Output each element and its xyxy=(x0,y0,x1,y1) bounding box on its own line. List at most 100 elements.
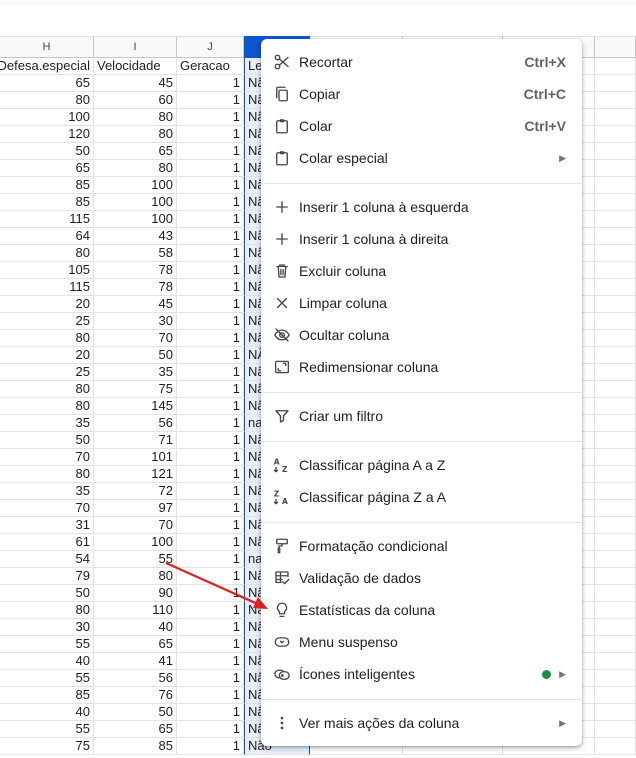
cell-h[interactable]: 20 xyxy=(0,347,94,364)
cell-h[interactable]: 30 xyxy=(0,619,94,636)
cell-i[interactable]: 85 xyxy=(94,738,177,755)
cell-j[interactable]: 1 xyxy=(177,109,244,126)
cell-j[interactable]: 1 xyxy=(177,398,244,415)
cell-empty[interactable] xyxy=(595,143,636,160)
cell-i[interactable]: 72 xyxy=(94,483,177,500)
cell-i[interactable]: 58 xyxy=(94,245,177,262)
cell-h[interactable]: 80 xyxy=(0,330,94,347)
menu-item-redimensionar-coluna[interactable]: Redimensionar coluna xyxy=(261,351,582,383)
cell-empty[interactable] xyxy=(595,619,636,636)
cell-i[interactable]: 45 xyxy=(94,75,177,92)
cell-empty[interactable] xyxy=(595,721,636,738)
column-header-h[interactable]: H xyxy=(0,36,94,58)
cell-i[interactable]: 80 xyxy=(94,568,177,585)
cell-i[interactable]: 78 xyxy=(94,262,177,279)
cell-empty[interactable] xyxy=(595,432,636,449)
cell-h[interactable]: 80 xyxy=(0,92,94,109)
cell-h[interactable]: 75 xyxy=(0,738,94,755)
cell-j[interactable]: 1 xyxy=(177,313,244,330)
cell-i[interactable]: 35 xyxy=(94,364,177,381)
cell-j[interactable]: 1 xyxy=(177,194,244,211)
cell-j[interactable]: 1 xyxy=(177,483,244,500)
cell-j[interactable]: 1 xyxy=(177,75,244,92)
cell-empty[interactable] xyxy=(595,483,636,500)
cell-j[interactable]: 1 xyxy=(177,262,244,279)
cell-j[interactable]: 1 xyxy=(177,517,244,534)
cell-empty[interactable] xyxy=(595,313,636,330)
cell-h[interactable]: 55 xyxy=(0,670,94,687)
menu-item-validacao-de-dados[interactable]: Validação de dados xyxy=(261,562,582,594)
cell-h[interactable]: 80 xyxy=(0,398,94,415)
cell-j[interactable]: 1 xyxy=(177,177,244,194)
cell-h[interactable]: 80 xyxy=(0,245,94,262)
cell-empty[interactable] xyxy=(595,670,636,687)
cell-h[interactable]: 115 xyxy=(0,279,94,296)
cell-h[interactable]: 25 xyxy=(0,364,94,381)
cell-empty[interactable] xyxy=(595,109,636,126)
cell-i-header[interactable]: Velocidade xyxy=(94,58,177,75)
cell-empty[interactable] xyxy=(595,330,636,347)
cell-h[interactable]: 40 xyxy=(0,653,94,670)
cell-h[interactable]: 70 xyxy=(0,449,94,466)
cell-h[interactable]: 80 xyxy=(0,466,94,483)
cell-h[interactable]: 65 xyxy=(0,160,94,177)
cell-i[interactable]: 76 xyxy=(94,687,177,704)
cell-h[interactable]: 65 xyxy=(0,75,94,92)
cell-j[interactable]: 1 xyxy=(177,534,244,551)
cell-i[interactable]: 70 xyxy=(94,517,177,534)
menu-item-classificar-pagina-z-a-a[interactable]: Z A Classificar página Z a A xyxy=(261,481,582,513)
cell-h[interactable]: 120 xyxy=(0,126,94,143)
cell-i[interactable]: 70 xyxy=(94,330,177,347)
cell-i[interactable]: 41 xyxy=(94,653,177,670)
cell-i[interactable]: 65 xyxy=(94,721,177,738)
cell-empty[interactable] xyxy=(595,449,636,466)
cell-i[interactable]: 78 xyxy=(94,279,177,296)
cell-i[interactable]: 71 xyxy=(94,432,177,449)
cell-j[interactable]: 1 xyxy=(177,126,244,143)
cell-i[interactable]: 75 xyxy=(94,381,177,398)
cell-j[interactable]: 1 xyxy=(177,636,244,653)
cell-i[interactable]: 121 xyxy=(94,466,177,483)
cell-i[interactable]: 100 xyxy=(94,177,177,194)
cell-i[interactable]: 80 xyxy=(94,160,177,177)
cell-empty[interactable] xyxy=(595,177,636,194)
cell-i[interactable]: 50 xyxy=(94,347,177,364)
cell-i[interactable]: 97 xyxy=(94,500,177,517)
cell-i[interactable]: 55 xyxy=(94,551,177,568)
menu-item-menu-suspenso[interactable]: Menu suspenso xyxy=(261,626,582,658)
cell-j[interactable]: 1 xyxy=(177,687,244,704)
menu-item-formatacao-condicional[interactable]: Formatação condicional xyxy=(261,530,582,562)
cell-h[interactable]: 50 xyxy=(0,585,94,602)
cell-j[interactable]: 1 xyxy=(177,381,244,398)
cell-empty[interactable] xyxy=(595,415,636,432)
cell-h[interactable]: 85 xyxy=(0,177,94,194)
cell-empty[interactable] xyxy=(595,398,636,415)
cell-empty[interactable] xyxy=(595,517,636,534)
cell-empty[interactable] xyxy=(595,347,636,364)
menu-item-recortar[interactable]: Recortar Ctrl+X xyxy=(261,46,582,78)
cell-i[interactable]: 80 xyxy=(94,109,177,126)
menu-item-ocultar-coluna[interactable]: Ocultar coluna xyxy=(261,319,582,351)
cell-i[interactable]: 43 xyxy=(94,228,177,245)
cell-empty[interactable] xyxy=(595,279,636,296)
cell-j[interactable]: 1 xyxy=(177,143,244,160)
column-header-o[interactable] xyxy=(595,36,636,58)
menu-item-inserir-1-coluna-a-esquerda[interactable]: Inserir 1 coluna à esquerda xyxy=(261,191,582,223)
cell-empty[interactable] xyxy=(595,738,636,755)
cell-h[interactable]: 85 xyxy=(0,194,94,211)
cell-j[interactable]: 1 xyxy=(177,160,244,177)
cell-j[interactable]: 1 xyxy=(177,653,244,670)
cell-j[interactable]: 1 xyxy=(177,670,244,687)
cell-empty[interactable] xyxy=(595,194,636,211)
cell-empty[interactable] xyxy=(595,704,636,721)
cell-j[interactable]: 1 xyxy=(177,245,244,262)
cell-empty[interactable] xyxy=(595,296,636,313)
cell-empty[interactable] xyxy=(595,551,636,568)
cell-empty[interactable] xyxy=(595,126,636,143)
menu-item-colar-especial[interactable]: Colar especial ▶ xyxy=(261,142,582,174)
cell-empty[interactable] xyxy=(595,653,636,670)
cell-j[interactable]: 1 xyxy=(177,551,244,568)
cell-empty[interactable] xyxy=(595,228,636,245)
cell-empty[interactable] xyxy=(595,466,636,483)
cell-i[interactable]: 100 xyxy=(94,534,177,551)
